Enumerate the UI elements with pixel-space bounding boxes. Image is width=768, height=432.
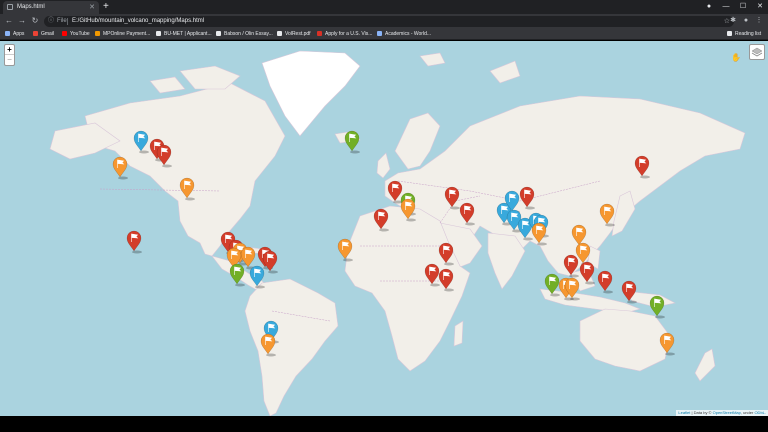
extensions-icon[interactable]: ✱ xyxy=(727,14,739,28)
bookmark-bu-met[interactable]: BU-MET | Applicant... xyxy=(156,28,212,40)
hand-cursor-icon: ✋ xyxy=(731,53,741,62)
url-text[interactable]: E:/GitHub/mountain_volcano_mapping/Maps.… xyxy=(72,16,204,27)
volcano-marker[interactable] xyxy=(649,295,665,319)
bookmark-label: MPOnline Payment... xyxy=(103,31,151,37)
bookmark-mponline[interactable]: MPOnline Payment... xyxy=(95,28,150,40)
bookmark-label: Academics - World... xyxy=(385,31,432,37)
reload-button[interactable]: ↻ xyxy=(29,14,41,28)
maximize-button[interactable]: ☐ xyxy=(735,0,751,14)
bookmarks-bar: Apps Gmail YouTube MPOnline Payment... B… xyxy=(0,28,768,40)
layers-icon xyxy=(751,47,763,57)
bookmark-us-visa[interactable]: Apply for a U.S. Vis... xyxy=(317,28,372,40)
close-window-button[interactable]: ✕ xyxy=(752,0,768,14)
bookmark-apps[interactable]: Apps xyxy=(5,28,24,40)
info-icon[interactable]: ⓘ xyxy=(48,16,54,27)
reading-list[interactable]: Reading list xyxy=(727,28,761,40)
volcano-marker[interactable] xyxy=(126,230,142,254)
youtube-icon xyxy=(62,31,67,36)
volcano-marker[interactable] xyxy=(240,246,256,270)
bookmark-volrest[interactable]: VolRest.pdf xyxy=(277,28,311,40)
apps-grid-icon xyxy=(5,31,10,36)
attribution-text: | Data by © xyxy=(690,410,713,415)
gmail-icon xyxy=(33,31,38,36)
bookmark-babson[interactable]: Babson / Olin Essay... xyxy=(216,28,273,40)
reading-list-icon xyxy=(727,31,732,36)
volcano-marker[interactable] xyxy=(262,250,278,274)
url-scheme: File xyxy=(57,18,67,24)
svalbard xyxy=(419,52,446,67)
great-britain xyxy=(376,152,391,179)
address-bar[interactable]: ⓘ File E:/GitHub/mountain_volcano_mappin… xyxy=(44,16,734,27)
tab-search-icon[interactable]: ● xyxy=(701,0,717,14)
tab-title: Maps.html xyxy=(17,4,45,10)
bookmark-gmail[interactable]: Gmail xyxy=(33,28,54,40)
bookmark-label: VolRest.pdf xyxy=(285,31,311,37)
leaflet-link[interactable]: Leaflet xyxy=(678,410,690,415)
volcano-marker[interactable] xyxy=(344,130,360,154)
russian-arctic xyxy=(489,60,521,84)
bookmark-label: Gmail xyxy=(41,31,55,37)
new-tab-button[interactable]: + xyxy=(103,0,109,14)
bookmark-academics[interactable]: Academics - World... xyxy=(377,28,431,40)
bu-met-icon xyxy=(156,31,161,36)
madagascar xyxy=(453,320,464,347)
pdf-icon xyxy=(277,31,282,36)
bookmark-label: YouTube xyxy=(70,31,90,37)
australia xyxy=(579,308,671,372)
zoom-in-button[interactable]: + xyxy=(5,45,14,55)
minimize-button[interactable]: — xyxy=(718,0,734,14)
tab-strip: Maps.html ✕ + ● — ☐ ✕ xyxy=(0,0,768,14)
mponline-icon xyxy=(95,31,100,36)
bookmark-youtube[interactable]: YouTube xyxy=(62,28,90,40)
bookmark-label: Babson / Olin Essay... xyxy=(224,31,273,37)
browser-toolbar: ← → ↻ ⓘ File E:/GitHub/mountain_volcano_… xyxy=(0,14,768,28)
new-zealand xyxy=(694,348,716,382)
forward-button[interactable]: → xyxy=(16,14,28,28)
visa-icon xyxy=(317,31,322,36)
babson-icon xyxy=(216,31,221,36)
menu-icon[interactable]: ⋮ xyxy=(753,14,765,28)
volcano-marker[interactable] xyxy=(112,156,128,180)
zoom-control: + − xyxy=(4,44,15,66)
world-map[interactable]: + − Leaflet | Data by © OpenStreetMap, u… xyxy=(0,41,768,416)
zoom-out-button[interactable]: − xyxy=(5,55,14,65)
reading-list-label: Reading list xyxy=(735,31,762,37)
attribution-text-2: , under xyxy=(740,410,755,415)
layers-control[interactable] xyxy=(749,44,765,60)
academics-icon xyxy=(377,31,382,36)
south-america xyxy=(244,278,339,416)
profile-avatar[interactable]: ● xyxy=(740,14,752,28)
back-button[interactable]: ← xyxy=(3,14,15,28)
browser-window: Maps.html ✕ + ● — ☐ ✕ ← → ↻ ⓘ File E:/Gi… xyxy=(0,0,768,432)
odbl-link[interactable]: ODbL. xyxy=(754,410,766,415)
osm-link[interactable]: OpenStreetMap xyxy=(713,410,741,415)
volcano-marker[interactable] xyxy=(229,263,245,287)
arctic-islands-2 xyxy=(149,76,186,94)
bookmark-label: Apply for a U.S. Vis... xyxy=(325,31,373,37)
bookmark-label: BU-MET | Applicant... xyxy=(164,31,212,37)
map-tiles xyxy=(49,50,746,416)
file-icon xyxy=(7,4,13,10)
bookmark-label: Apps xyxy=(13,31,25,37)
taskbar-area xyxy=(0,416,768,432)
volcano-marker[interactable] xyxy=(597,270,613,294)
tab-maps[interactable]: Maps.html ✕ xyxy=(3,1,99,14)
tab-close-icon[interactable]: ✕ xyxy=(89,2,95,13)
url-divider xyxy=(67,18,68,25)
